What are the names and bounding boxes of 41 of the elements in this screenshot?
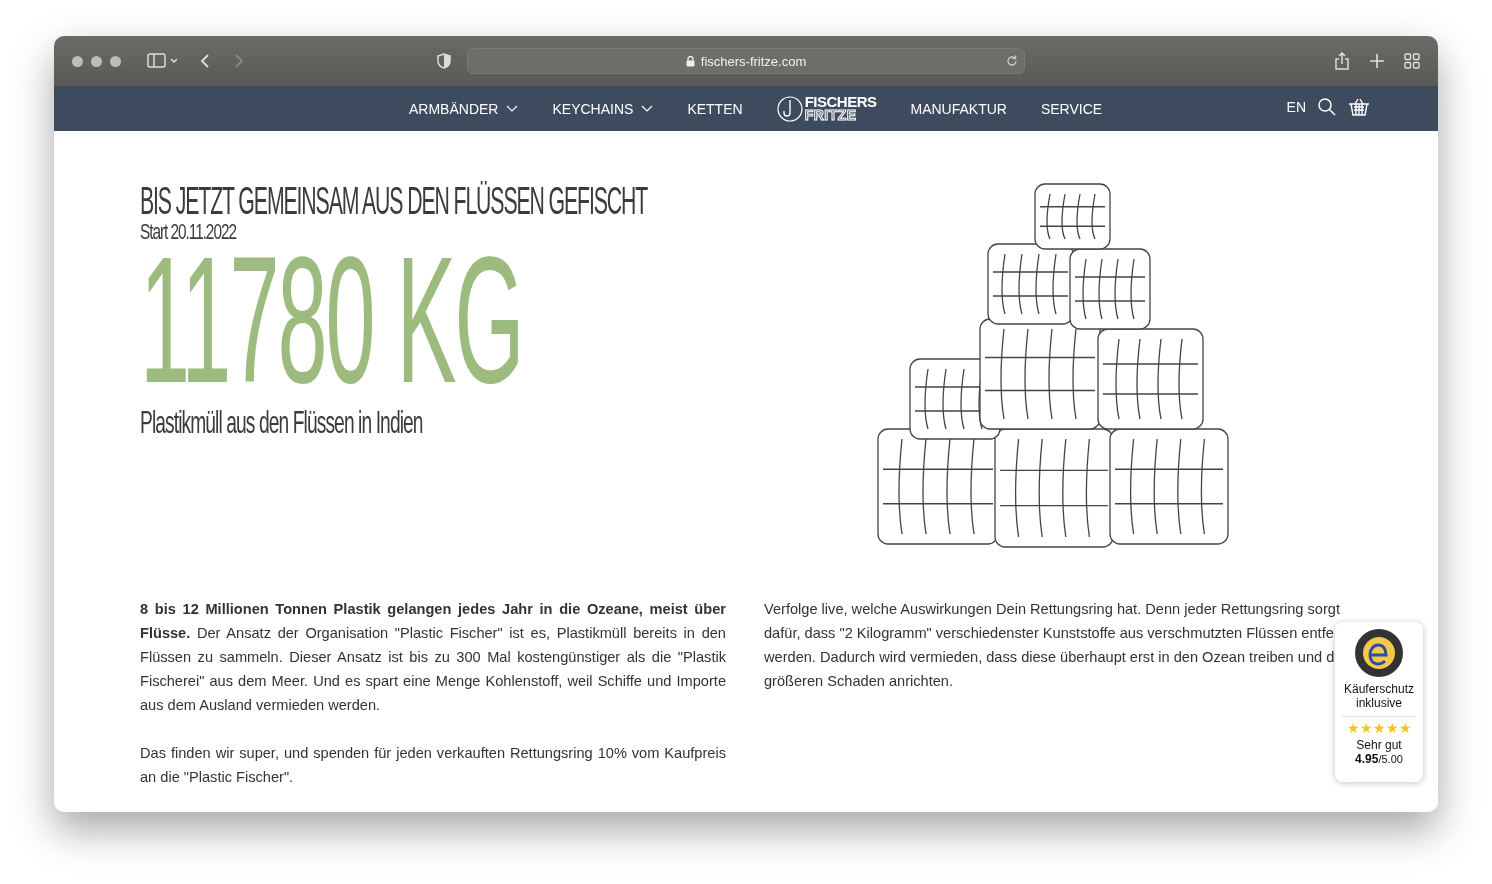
language-link[interactable]: EN bbox=[1286, 99, 1306, 115]
logo-subline: FRITZE bbox=[804, 108, 857, 122]
star-icon: ★ bbox=[1385, 720, 1399, 736]
nav-link[interactable]: KETTEN bbox=[687, 100, 743, 117]
star-icon: ★ bbox=[1398, 720, 1412, 736]
back-icon[interactable] bbox=[199, 53, 211, 69]
star-icon: ★ bbox=[1346, 720, 1360, 736]
url-text: fischers-fritze.com bbox=[700, 53, 807, 69]
nav-link[interactable]: SERVICE bbox=[1040, 100, 1103, 117]
window-control-dot[interactable] bbox=[72, 55, 83, 67]
share-icon[interactable] bbox=[1334, 52, 1350, 70]
nav-link[interactable]: KEYCHAINS bbox=[552, 100, 654, 117]
logo-wordmark: FISCHERS bbox=[804, 95, 877, 109]
badge-title: Käuferschutz inklusive bbox=[1342, 682, 1415, 710]
new-tab-icon[interactable] bbox=[1370, 54, 1384, 68]
rating-score: 4.95/5.00 bbox=[1355, 752, 1403, 766]
chevron-down-icon bbox=[506, 104, 519, 113]
body-paragraph: Das finden wir super, und spenden für jeden verkauften Rettungsring 10% vom Kaufpreis an die "Plastic Fischer". bbox=[140, 744, 726, 787]
basket-icon[interactable] bbox=[1348, 98, 1370, 116]
trusted-shops-seal-icon bbox=[1354, 628, 1404, 678]
hook-icon bbox=[776, 95, 803, 122]
reload-icon[interactable] bbox=[1006, 55, 1018, 67]
nav-link[interactable]: ARMBÄNDER bbox=[409, 100, 519, 117]
amount-counter: 11780 KG bbox=[140, 245, 523, 395]
tab-overview-icon[interactable] bbox=[1404, 53, 1420, 69]
search-icon[interactable] bbox=[1318, 98, 1336, 116]
amount-caption: Plastikmüll aus den Flüssen in Indien bbox=[140, 403, 423, 441]
window-control-dot[interactable] bbox=[110, 55, 121, 67]
body-paragraph: 8 bis 12 Millionen Tonnen Plastik gelangen jedes Jahr in die Ozeane, meist über Flüsse. Der Ansatz der Organisation "Plastic Fischer" ist es, Plastikmüll bereits in den Flüssen zu sammeln. Dieser Ansatz ist bis zu 300 Mal kostengünstiger als die "Plastik Fischerei" aus dem Meer. Und es spart eine Menge Kohlenstoff, weil Schiffe und Importe aus dem Ausland vermieden werden. bbox=[140, 600, 726, 715]
rating-label: Sehr gut bbox=[1356, 738, 1402, 752]
lock-icon bbox=[685, 55, 695, 67]
window-control-dot[interactable] bbox=[91, 55, 102, 67]
star-icon: ★ bbox=[1372, 720, 1386, 736]
trust-badge[interactable]: Käuferschutz inklusive ★★★★★ Sehr gut 4.95/5.00 bbox=[1335, 622, 1423, 782]
shield-icon[interactable] bbox=[437, 53, 451, 69]
chevron-down-icon bbox=[641, 104, 654, 113]
nav-link[interactable]: MANUFAKTUR bbox=[910, 100, 1007, 117]
logo[interactable]: FISCHERS FRITZE bbox=[776, 95, 877, 122]
sidebar-icon[interactable] bbox=[147, 53, 177, 69]
star-icon: ★ bbox=[1359, 720, 1373, 736]
address-bar[interactable]: fischers-fritze.com bbox=[467, 48, 1025, 74]
